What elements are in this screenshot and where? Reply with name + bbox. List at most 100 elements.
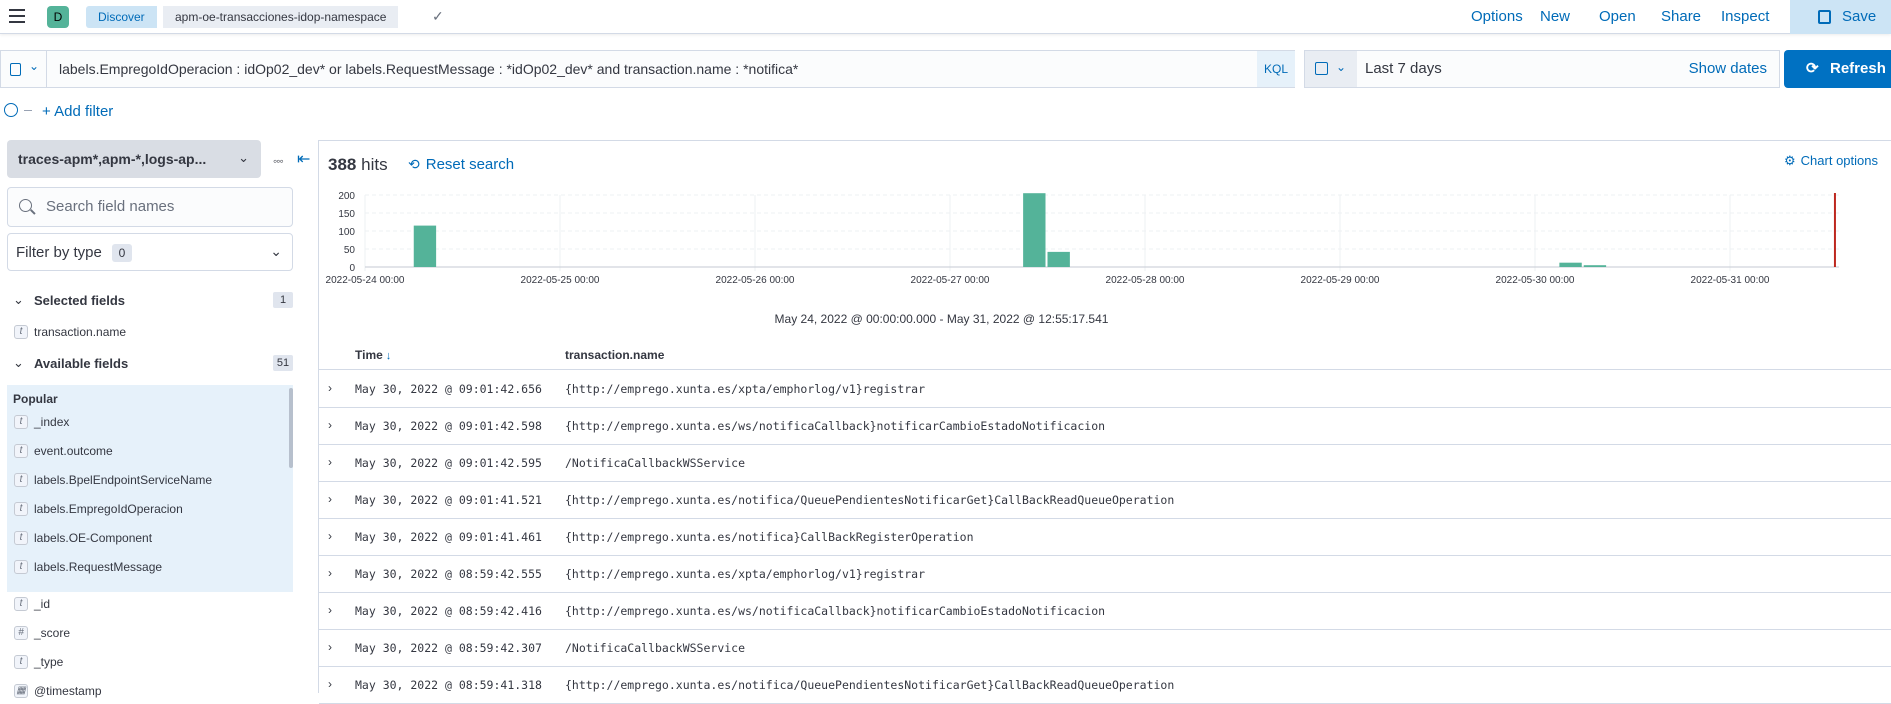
table-row[interactable]: › May 30, 2022 @ 09:01:42.595/NotificaCal… [319, 445, 1891, 482]
expand-row-icon[interactable]: › [328, 603, 332, 617]
chevron-down-icon: ⌄ [13, 355, 24, 370]
expand-row-icon[interactable]: › [328, 640, 332, 654]
inspect-link[interactable]: Inspect [1721, 0, 1769, 34]
chevron-down-icon: ⌄ [29, 59, 40, 73]
field-item[interactable]: t _type [14, 652, 284, 674]
add-filter-button[interactable]: + Add filter [42, 103, 113, 120]
table-row[interactable]: › May 30, 2022 @ 08:59:42.416 {http://empr… [319, 593, 1891, 630]
field-item[interactable]: t _id [14, 594, 284, 616]
field-item-transaction-name[interactable]: t transaction.name [14, 322, 284, 344]
table-row[interactable]: › May 30, 2022 @ 09:01:41.461 {http://empr… [319, 519, 1891, 556]
expand-row-icon[interactable]: › [328, 381, 332, 395]
show-dates-button[interactable]: Show dates [1689, 51, 1767, 87]
field-item[interactable]: t labels.BpelEndpointServiceName [14, 470, 284, 492]
histogram-chart[interactable]: 0 50 100 150 200 2022-05-24 00:00 2022-05-25 0… [319, 187, 1891, 327]
selected-fields-header[interactable]: ⌄ Selected fields 1 [7, 287, 293, 313]
expand-row-icon[interactable]: › [328, 566, 332, 580]
more-options-icon[interactable]: ◦◦◦ [273, 154, 284, 168]
save-icon [1818, 10, 1831, 24]
table-row[interactable]: › May 30, 2022 @ 08:59:41.318 {http://empr… [319, 667, 1891, 704]
string-type-icon: t [14, 560, 28, 574]
filter-by-type-button[interactable]: Filter by type 0 ⌄ [7, 233, 293, 271]
table-row[interactable]: › May 30, 2022 @ 09:01:42.656 {http://empr… [319, 371, 1891, 408]
expand-row-icon[interactable]: › [328, 418, 332, 432]
sidebar-scrollbar[interactable] [289, 388, 293, 468]
y-tick-label: 100 [338, 227, 355, 238]
field-item[interactable]: t event.outcome [14, 441, 284, 463]
table-row[interactable]: › May 30, 2022 @ 08:59:42.555 {http://empr… [319, 556, 1891, 593]
share-link[interactable]: Share [1661, 0, 1701, 34]
popular-title: Popular [13, 392, 58, 406]
field-name: @timestamp [34, 684, 102, 698]
row-transaction-name: {http://emprego.xunta.es/notifica/QueueP… [565, 493, 1175, 507]
y-tick-label: 50 [344, 245, 356, 256]
quick-date-menu-button[interactable]: ⌄ [1305, 51, 1357, 87]
x-tick-label: 2022-05-24 00:00 [326, 275, 405, 286]
column-header-time[interactable]: Time ↓ [355, 348, 391, 362]
reset-search-button[interactable]: ⟲ Reset search [408, 156, 514, 173]
row-transaction-name: {http://emprego.xunta.es/ws/notificaCall… [565, 419, 1106, 433]
table-row[interactable]: › May 30, 2022 @ 09:01:42.598 {http://empr… [319, 408, 1891, 445]
histogram-bar [413, 225, 437, 267]
field-item[interactable]: t _index [14, 412, 284, 434]
search-placeholder: Search field names [46, 198, 175, 215]
field-item[interactable]: ▦ @timestamp [14, 681, 284, 703]
search-icon [19, 199, 32, 212]
refresh-button[interactable]: ⟳ Refresh [1784, 50, 1891, 88]
row-transaction-name: {http://emprego.xunta.es/xpta/emphorlog/… [565, 382, 926, 396]
save-button[interactable]: Save [1790, 0, 1891, 34]
filter-menu-icon[interactable] [4, 103, 18, 117]
options-link[interactable]: Options [1471, 0, 1523, 34]
histogram-bar [1583, 265, 1607, 267]
breadcrumb-saved-search: apm-oe-transacciones-idop-namespace [163, 6, 399, 28]
row-time: May 30, 2022 @ 09:01:42.595 [355, 456, 542, 470]
field-item[interactable]: t labels.OE-Component [14, 528, 284, 550]
open-link[interactable]: Open [1599, 0, 1636, 34]
available-fields-header[interactable]: ⌄ Available fields 51 [7, 350, 293, 376]
field-name: _type [34, 655, 64, 669]
selected-fields-title: Selected fields [34, 293, 126, 308]
row-time: May 30, 2022 @ 08:59:41.318 [355, 678, 542, 692]
field-name: labels.RequestMessage [34, 560, 163, 574]
saved-query-icon [10, 63, 21, 76]
refresh-label: Refresh [1830, 60, 1886, 77]
table-row[interactable]: › May 30, 2022 @ 08:59:42.307/NotificaCal… [319, 630, 1891, 667]
hamburger-menu-icon[interactable] [9, 9, 25, 23]
saved-queries-button[interactable]: ⌄ [1, 51, 47, 87]
expand-row-icon[interactable]: › [328, 529, 332, 543]
chart-time-range: May 24, 2022 @ 00:00:00.000 - May 31, 20… [774, 312, 1109, 326]
y-tick-label: 200 [338, 191, 355, 202]
reset-icon: ⟲ [408, 156, 420, 172]
column-header-transaction-name[interactable]: transaction.name [565, 348, 664, 362]
chart-options-label: Chart options [1800, 153, 1878, 168]
filter-divider [24, 110, 32, 111]
query-input[interactable]: labels.EmpregoIdOperacion : idOp02_dev* … [59, 51, 798, 87]
breadcrumb-discover[interactable]: Discover [86, 6, 157, 28]
query-language-button[interactable]: KQL [1257, 51, 1295, 87]
search-field-names-input[interactable]: Search field names [7, 187, 293, 227]
new-link[interactable]: New [1540, 0, 1570, 34]
chart-options-button[interactable]: ⚙ Chart options [1784, 153, 1878, 169]
row-time: May 30, 2022 @ 09:01:41.521 [355, 493, 542, 507]
space-avatar[interactable]: D [47, 6, 69, 28]
field-item[interactable]: t labels.EmpregoIdOperacion [14, 499, 284, 521]
available-fields-title: Available fields [34, 356, 129, 371]
histogram-bar [1047, 251, 1070, 267]
index-pattern-selector[interactable]: traces-apm*,apm-*,logs-ap... ⌄ [7, 140, 261, 178]
field-name: labels.OE-Component [34, 531, 153, 545]
calendar-icon [1315, 62, 1328, 75]
table-row[interactable]: › May 30, 2022 @ 09:01:41.521 {http://empr… [319, 482, 1891, 519]
date-picker: ⌄ Last 7 days Show dates [1304, 50, 1780, 88]
refresh-icon: ⟳ [1806, 60, 1819, 77]
field-item[interactable]: # _score [14, 623, 284, 645]
histogram-bar [1023, 193, 1046, 267]
string-type-icon: t [14, 502, 28, 516]
expand-row-icon[interactable]: › [328, 455, 332, 469]
field-item[interactable]: t labels.RequestMessage [14, 557, 284, 579]
sort-down-icon[interactable]: ↓ [386, 350, 392, 362]
expand-row-icon[interactable]: › [328, 677, 332, 691]
date-range-label[interactable]: Last 7 days [1365, 51, 1442, 87]
row-transaction-name: /NotificaCallbackWSService [565, 456, 746, 470]
expand-row-icon[interactable]: › [328, 492, 332, 506]
collapse-sidebar-icon[interactable]: ⇤ [297, 149, 310, 169]
